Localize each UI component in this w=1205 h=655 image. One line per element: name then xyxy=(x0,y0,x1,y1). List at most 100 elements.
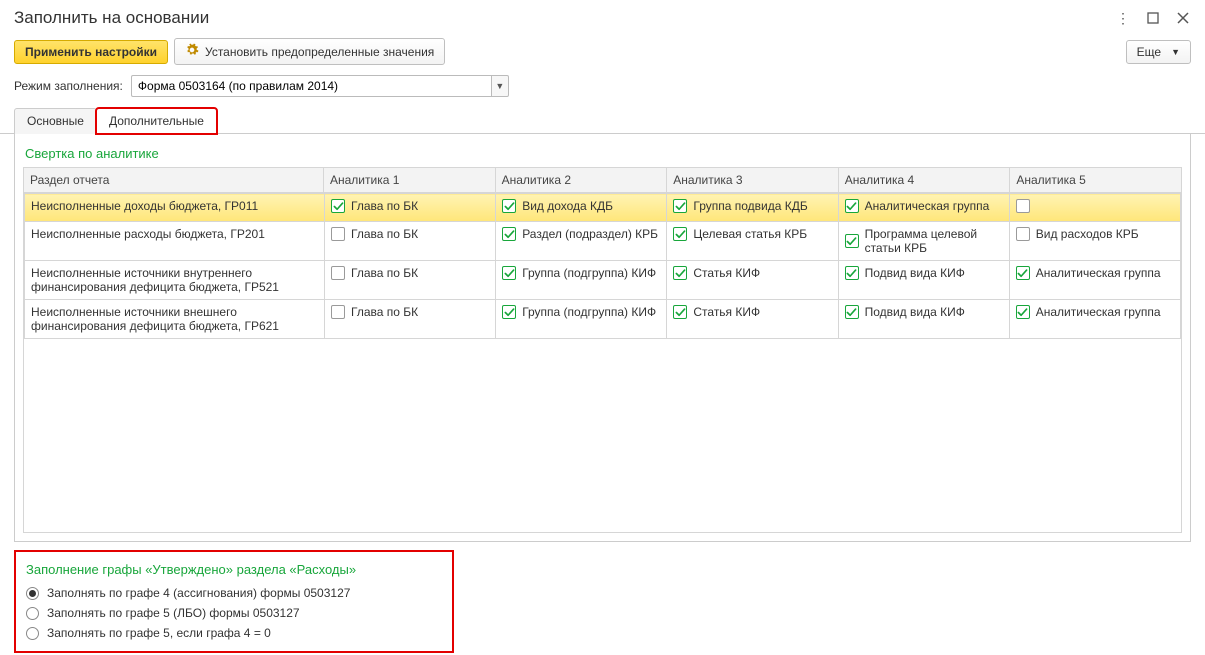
close-icon[interactable] xyxy=(1175,10,1191,26)
cell-section: Неисполненные доходы бюджета, ГР011 xyxy=(25,194,325,222)
analytics-rollup-title: Свертка по аналитике xyxy=(23,142,1182,167)
chevron-down-icon: ▼ xyxy=(1171,47,1180,57)
cell-analytic-5[interactable]: Аналитическая группа xyxy=(1016,266,1161,280)
fill-mode-label: Режим заполнения: xyxy=(14,79,123,93)
cell-analytic-1[interactable]: Глава по БК xyxy=(331,199,418,213)
col-analytic-5[interactable]: Аналитика 5 xyxy=(1010,168,1182,193)
col-analytic-3[interactable]: Аналитика 3 xyxy=(667,168,839,193)
radio-label: Заполнять по графе 4 (ассигнования) форм… xyxy=(47,586,350,600)
checkbox-icon xyxy=(845,266,859,280)
checkbox-icon xyxy=(1016,305,1030,319)
checkbox-label: Подвид вида КИФ xyxy=(865,305,965,319)
checkbox-label: Группа (подгруппа) КИФ xyxy=(522,266,656,280)
preset-values-label: Установить предопределенные значения xyxy=(205,45,434,59)
cell-analytic-4[interactable]: Подвид вида КИФ xyxy=(845,305,965,319)
tab-extra[interactable]: Дополнительные xyxy=(96,108,217,134)
fill-mode-select[interactable] xyxy=(131,75,491,97)
preset-values-button[interactable]: Установить предопределенные значения xyxy=(174,38,445,65)
apply-settings-button[interactable]: Применить настройки xyxy=(14,40,168,64)
fill-mode-dropdown-button[interactable]: ▼ xyxy=(491,75,509,97)
apply-settings-label: Применить настройки xyxy=(25,45,157,59)
cell-analytic-3[interactable]: Статья КИФ xyxy=(673,305,760,319)
radio-icon xyxy=(26,627,39,640)
checkbox-icon xyxy=(1016,227,1030,241)
approved-column-fill-title: Заполнение графы «Утверждено» раздела «Р… xyxy=(26,558,442,583)
checkbox-icon xyxy=(502,199,516,213)
checkbox-icon xyxy=(331,305,345,319)
cell-analytic-2[interactable]: Вид дохода КДБ xyxy=(502,199,613,213)
col-section[interactable]: Раздел отчета xyxy=(24,168,324,193)
radio-icon xyxy=(26,587,39,600)
col-analytic-1[interactable]: Аналитика 1 xyxy=(324,168,496,193)
more-button[interactable]: Еще ▼ xyxy=(1126,40,1191,64)
checkbox-icon xyxy=(1016,266,1030,280)
checkbox-label: Аналитическая группа xyxy=(1036,266,1161,280)
maximize-icon[interactable] xyxy=(1145,10,1161,26)
cell-analytic-5[interactable]: Аналитическая группа xyxy=(1016,305,1161,319)
checkbox-label: Группа (подгруппа) КИФ xyxy=(522,305,656,319)
checkbox-icon xyxy=(331,227,345,241)
kebab-icon[interactable]: ⋮ xyxy=(1115,10,1131,26)
cell-analytic-3[interactable]: Группа подвида КДБ xyxy=(673,199,807,213)
cell-analytic-3[interactable]: Статья КИФ xyxy=(673,266,760,280)
col-analytic-4[interactable]: Аналитика 4 xyxy=(838,168,1010,193)
checkbox-label: Раздел (подраздел) КРБ xyxy=(522,227,658,241)
tab-main[interactable]: Основные xyxy=(14,108,97,134)
table-row[interactable]: Неисполненные источники внутреннего фина… xyxy=(25,261,1181,300)
table-row[interactable]: Неисполненные расходы бюджета, ГР201 Гла… xyxy=(25,222,1181,261)
checkbox-icon xyxy=(673,266,687,280)
page-title: Заполнить на основании xyxy=(14,8,1115,28)
checkbox-icon xyxy=(502,266,516,280)
checkbox-icon xyxy=(673,199,687,213)
table-row[interactable]: Неисполненные доходы бюджета, ГР011 Глав… xyxy=(25,194,1181,222)
cell-analytic-5[interactable] xyxy=(1016,199,1036,213)
gear-icon xyxy=(185,43,199,60)
checkbox-label: Глава по БК xyxy=(351,227,418,241)
cell-analytic-1[interactable]: Глава по БК xyxy=(331,305,418,319)
checkbox-label: Глава по БК xyxy=(351,305,418,319)
radio-option[interactable]: Заполнять по графе 5, если графа 4 = 0 xyxy=(26,623,442,643)
checkbox-label: Аналитическая группа xyxy=(865,199,990,213)
checkbox-label: Вид расходов КРБ xyxy=(1036,227,1139,241)
col-analytic-2[interactable]: Аналитика 2 xyxy=(495,168,667,193)
cell-analytic-1[interactable]: Глава по БК xyxy=(331,227,418,241)
checkbox-label: Вид дохода КДБ xyxy=(522,199,613,213)
checkbox-icon xyxy=(845,199,859,213)
radio-icon xyxy=(26,607,39,620)
checkbox-label: Статья КИФ xyxy=(693,305,760,319)
radio-label: Заполнять по графе 5 (ЛБО) формы 0503127 xyxy=(47,606,300,620)
cell-analytic-5[interactable]: Вид расходов КРБ xyxy=(1016,227,1139,241)
radio-label: Заполнять по графе 5, если графа 4 = 0 xyxy=(47,626,271,640)
analytics-table: Раздел отчета Аналитика 1 Аналитика 2 Ан… xyxy=(23,167,1182,193)
checkbox-label: Группа подвида КДБ xyxy=(693,199,807,213)
checkbox-label: Подвид вида КИФ xyxy=(865,266,965,280)
checkbox-label: Аналитическая группа xyxy=(1036,305,1161,319)
checkbox-icon xyxy=(1016,199,1030,213)
checkbox-label: Целевая статья КРБ xyxy=(693,227,807,241)
cell-analytic-4[interactable]: Аналитическая группа xyxy=(845,199,990,213)
checkbox-icon xyxy=(845,234,859,248)
checkbox-icon xyxy=(331,266,345,280)
cell-analytic-2[interactable]: Группа (подгруппа) КИФ xyxy=(502,305,656,319)
radio-option[interactable]: Заполнять по графе 5 (ЛБО) формы 0503127 xyxy=(26,603,442,623)
checkbox-icon xyxy=(502,305,516,319)
checkbox-label: Глава по БК xyxy=(351,199,418,213)
cell-analytic-4[interactable]: Подвид вида КИФ xyxy=(845,266,965,280)
cell-section: Неисполненные источники внутреннего фина… xyxy=(25,261,325,300)
cell-analytic-2[interactable]: Раздел (подраздел) КРБ xyxy=(502,227,658,241)
checkbox-icon xyxy=(673,227,687,241)
table-row[interactable]: Неисполненные источники внешнего финанси… xyxy=(25,300,1181,339)
checkbox-label: Статья КИФ xyxy=(693,266,760,280)
checkbox-icon xyxy=(673,305,687,319)
checkbox-icon xyxy=(845,305,859,319)
radio-option[interactable]: Заполнять по графе 4 (ассигнования) форм… xyxy=(26,583,442,603)
checkbox-label: Программа целевой статьи КРБ xyxy=(865,227,1003,255)
checkbox-icon xyxy=(502,227,516,241)
more-label: Еще xyxy=(1137,45,1161,59)
cell-section: Неисполненные источники внешнего финанси… xyxy=(25,300,325,339)
cell-analytic-1[interactable]: Глава по БК xyxy=(331,266,418,280)
checkbox-icon xyxy=(331,199,345,213)
cell-analytic-2[interactable]: Группа (подгруппа) КИФ xyxy=(502,266,656,280)
cell-analytic-3[interactable]: Целевая статья КРБ xyxy=(673,227,807,241)
cell-analytic-4[interactable]: Программа целевой статьи КРБ xyxy=(845,227,1003,255)
